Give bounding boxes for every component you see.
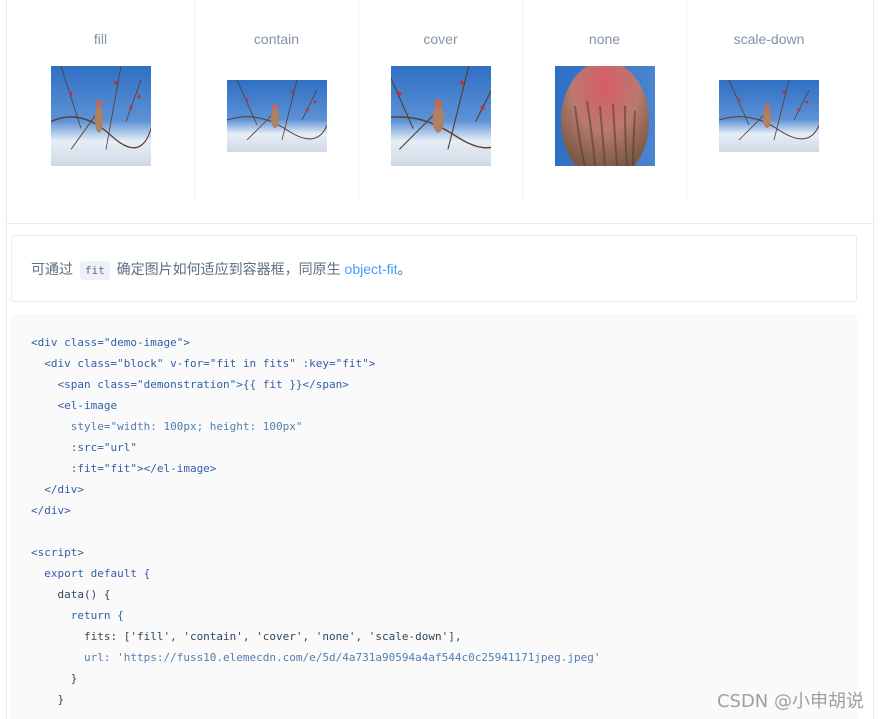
inline-code-fit: fit (79, 261, 110, 280)
code-line: data() { (31, 588, 111, 601)
object-fit-link[interactable]: object-fit (345, 261, 398, 277)
code-line: <div class="demo-image"> (31, 336, 190, 349)
code-line: <span class="demonstration">{{ fit }}</s… (31, 378, 349, 391)
demonstration-label: cover (423, 31, 458, 47)
demo-image: fill contain cover none scale-down (7, 0, 873, 224)
bird-photo (390, 66, 491, 166)
code-line: style="width: 100px; height: 100px" (31, 420, 303, 433)
code-line: fits: ['fill', 'contain', 'cover', 'none… (31, 630, 462, 643)
code-line: <div class="block" v-for="fit in fits" :… (31, 357, 376, 370)
image-cover[interactable] (390, 66, 491, 166)
watermark: CSDN @小申胡说 (716, 691, 864, 712)
block-fill: fill (7, 0, 195, 200)
demonstration-label: fill (93, 31, 108, 47)
bird-photo (50, 66, 151, 166)
block-cover: cover (359, 0, 523, 200)
demonstration-label: scale-down (733, 31, 805, 47)
code-line: ​ (31, 521, 857, 542)
code-line: <script> (31, 546, 84, 559)
description-box: 可通过 fit 确定图片如何适应到容器框，同原生 object-fit。 (11, 235, 857, 302)
description-prefix: 可通过 (31, 261, 77, 277)
block-contain: contain (195, 0, 359, 200)
bird-photo (719, 80, 819, 152)
image-fill[interactable] (50, 66, 151, 166)
demonstration-label: contain (253, 31, 300, 47)
code-line: export default { (31, 567, 151, 580)
bird-photo (226, 80, 327, 152)
block-scale-down: scale-down (687, 0, 851, 200)
demonstration-label: none (588, 31, 621, 47)
description-middle: 确定图片如何适应到容器框，同原生 (112, 261, 345, 277)
code-line: </div> (31, 483, 84, 496)
code-line: :src="url" (31, 441, 137, 454)
code-line: <el-image (31, 399, 118, 412)
code-block: <div class="demo-image"> <div class="blo… (11, 314, 857, 719)
code-line: } (31, 672, 78, 685)
block-none: none (523, 0, 687, 200)
image-none[interactable] (554, 66, 655, 166)
description-suffix: 。 (397, 261, 412, 277)
image-scale-down[interactable] (719, 66, 819, 166)
bird-closeup-photo (554, 66, 655, 166)
code-line: return { (31, 609, 124, 622)
code-line: url: 'https://fuss10.elemecdn.com/e/5d/4… (31, 651, 601, 664)
code-line: </div> (31, 504, 71, 517)
image-contain[interactable] (226, 66, 327, 166)
code-line: :fit="fit"></el-image> (31, 462, 217, 475)
